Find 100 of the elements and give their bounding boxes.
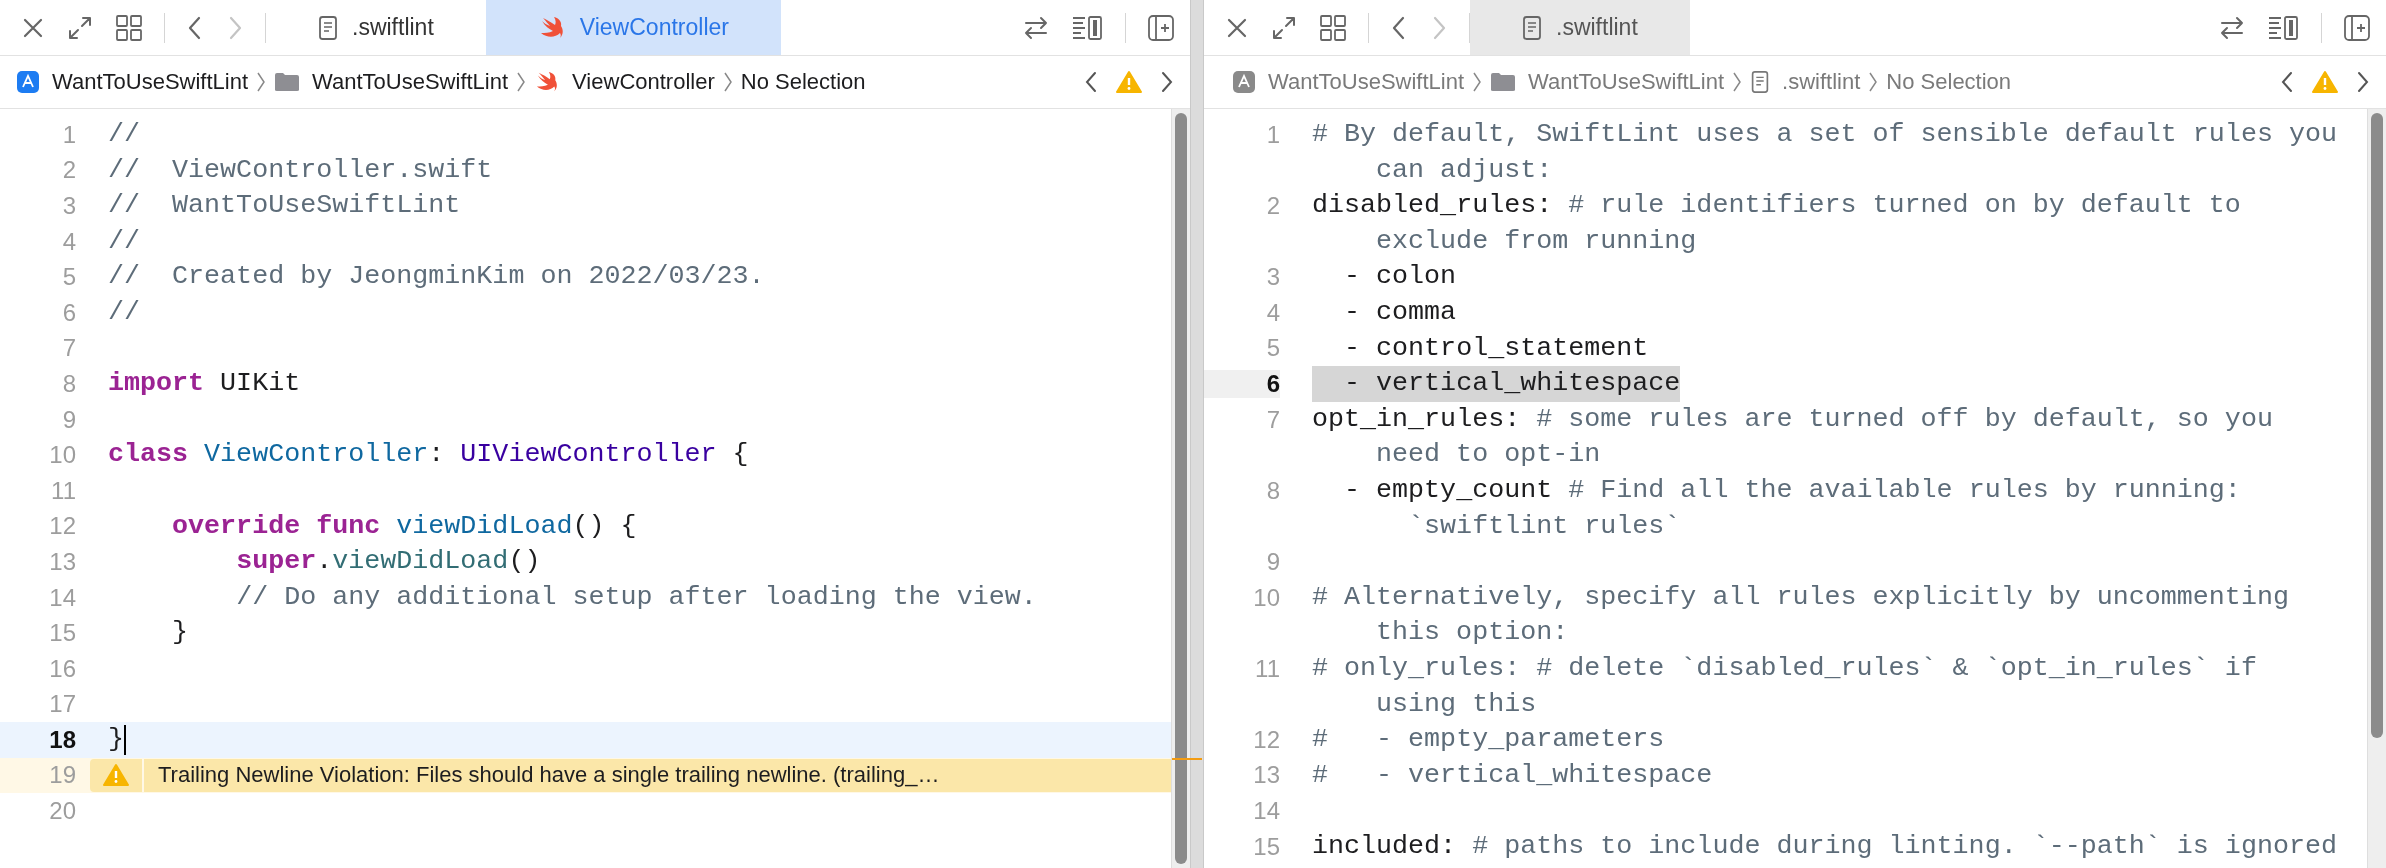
code-line: using this: [1376, 687, 1537, 721]
line-number: 1: [1265, 120, 1280, 149]
code-line: # Alternatively, specify all rules explicitly by uncommenting: [1312, 580, 2289, 614]
line-number: 15: [48, 619, 76, 648]
add-editor-icon[interactable]: [1146, 12, 1176, 43]
code-line: //: [108, 118, 141, 151]
line-number: 5: [1265, 334, 1280, 363]
code-line: override func viewDidLoad() {: [171, 509, 637, 543]
code-line: }: [171, 616, 189, 650]
line-number: 9: [1265, 547, 1280, 576]
line-number: 2: [61, 156, 76, 185]
line-number: 15: [1252, 832, 1280, 861]
line-number: 8: [61, 369, 76, 398]
code-line: this option:: [1376, 616, 1569, 650]
code-line: included: # paths to include during linting. `--path` is ignored: [1312, 829, 2337, 863]
code-line: }: [108, 723, 124, 757]
code-line: // ViewController.swift: [108, 153, 493, 187]
code-line: # only_rules: # delete `disabled_rules` & `opt_in_rules` if: [1312, 651, 2257, 685]
line-number: 16: [48, 654, 76, 683]
line-number: 11: [1254, 654, 1280, 683]
line-number: 19: [48, 761, 76, 790]
code-line: disabled_rules: # rule identifiers turned on by default to: [1312, 189, 2241, 223]
line-number: 5: [61, 263, 76, 292]
document-icon: [318, 14, 338, 41]
code-line: - empty_count # Find all the available rules by running:: [1343, 473, 2241, 507]
breadcrumb-item[interactable]: WantToUseSwiftLint: [274, 69, 509, 95]
add-editor-icon[interactable]: [2342, 12, 2372, 43]
breadcrumb-item[interactable]: WantToUseSwiftLint: [1490, 69, 1725, 95]
line-number: 6: [1204, 369, 1280, 398]
code-line: - colon: [1343, 260, 1457, 294]
line-number: 17: [48, 690, 76, 719]
code-line: import UIKit: [108, 367, 301, 401]
chevron-icon: [256, 71, 267, 93]
line-number: 10: [1252, 583, 1280, 612]
line-number: 4: [1265, 298, 1280, 327]
code-line: # - vertical_whitespace: [1312, 758, 1713, 792]
breadcrumb-item[interactable]: .swiftlint: [1750, 69, 1861, 95]
folder-icon: [1490, 71, 1517, 93]
line-number: 8: [1265, 476, 1280, 505]
line-number: 11: [50, 476, 76, 505]
warning-icon: [103, 763, 129, 788]
line-number: 18: [48, 725, 76, 754]
line-number: 13: [48, 547, 76, 576]
breadcrumb-item[interactable]: WantToUseSwiftLint: [1232, 69, 1465, 95]
line-number: 12: [1252, 725, 1280, 754]
line-number: 9: [61, 405, 76, 434]
editor-tab[interactable]: ViewController: [485, 0, 781, 55]
chevron-icon: [1472, 71, 1483, 93]
code-line: can adjust:: [1376, 153, 1553, 187]
document-icon: [1522, 14, 1542, 41]
folder-icon: [274, 71, 301, 93]
minimap-icon[interactable]: [2267, 13, 2301, 42]
line-number: 2: [1265, 192, 1280, 220]
line-number: 6: [61, 298, 76, 327]
code-line: - comma: [1343, 295, 1457, 329]
warning-marker: [1172, 757, 1202, 760]
breadcrumb-item[interactable]: No Selection: [1886, 69, 2012, 95]
warning-message: Trailing Newline Violation: Files should have a single trailing newline. (trailing_…: [157, 761, 940, 790]
line-number: 20: [48, 797, 76, 826]
code-line: # By default, SwiftLint uses a set of sensible default rules you: [1312, 118, 2337, 151]
editor-tab[interactable]: .swiftlint: [1470, 0, 1690, 55]
document-icon: [1750, 70, 1771, 94]
code-line: need to opt-in: [1376, 438, 1601, 472]
editor-tab[interactable]: .swiftlint: [266, 0, 486, 55]
code-line: // WantToUseSwiftLint: [108, 189, 461, 223]
breadcrumb-item[interactable]: ViewController: [534, 69, 715, 95]
breadcrumb-item[interactable]: No Selection: [740, 69, 866, 95]
line-number: 13: [1252, 761, 1280, 790]
code-line: //: [108, 224, 141, 258]
scrollbar-thumb[interactable]: [2371, 113, 2383, 738]
chevron-icon: [1868, 71, 1879, 93]
grid-icon[interactable]: [1318, 12, 1348, 43]
scrollbar-thumb[interactable]: [1175, 113, 1187, 864]
code-line: super.viewDidLoad(): [235, 545, 541, 579]
line-number: 1: [61, 120, 76, 149]
grid-icon[interactable]: [114, 12, 144, 43]
chevron-icon: [516, 71, 527, 93]
breadcrumb-item[interactable]: WantToUseSwiftLint: [16, 69, 249, 95]
line-number: 10: [48, 441, 76, 470]
line-number: 14: [48, 583, 76, 612]
app-icon: [1232, 70, 1256, 94]
line-number: 7: [1265, 405, 1280, 434]
code-line: exclude from running: [1376, 224, 1697, 258]
line-number: 7: [61, 334, 76, 363]
line-number: 12: [48, 512, 76, 541]
line-number: 4: [61, 227, 76, 256]
minimap-icon[interactable]: [1071, 13, 1105, 42]
code-line: // Created by JeongminKim on 2022/03/23.: [108, 260, 765, 294]
chevron-icon: [1732, 71, 1743, 93]
code-line: `swiftlint rules`: [1408, 509, 1681, 543]
code-line: - control_statement: [1343, 331, 1649, 365]
line-number: 3: [1265, 263, 1280, 292]
code-line: opt_in_rules: # some rules are turned off by default, so you: [1312, 402, 2273, 436]
line-number: 14: [1252, 797, 1280, 826]
chevron-icon: [722, 71, 733, 93]
text-cursor: [124, 724, 126, 755]
app-icon: [16, 70, 40, 94]
code-line: class ViewController: UIViewController {: [108, 438, 749, 472]
code-line: //: [108, 295, 141, 329]
line-number: 3: [61, 192, 76, 220]
